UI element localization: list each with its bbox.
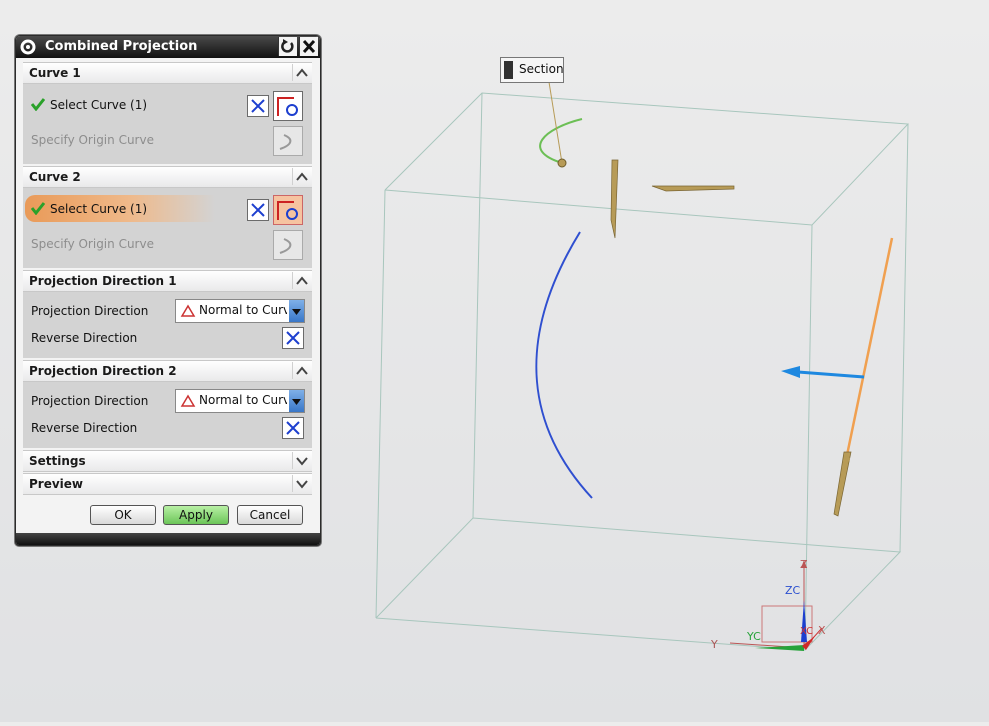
- reverse-direction-label: Reverse Direction: [31, 331, 138, 345]
- reset-icon: [281, 39, 294, 53]
- combined-projection-dialog: Combined Projection Curve 1 Select Curve…: [15, 35, 321, 546]
- reverse-direction-button[interactable]: [282, 327, 304, 349]
- coordinate-triad: [729, 560, 823, 651]
- axis-x-label: X: [818, 624, 826, 637]
- section-projdir2-header[interactable]: Projection Direction 2: [23, 360, 312, 382]
- section-title: Preview: [29, 477, 84, 491]
- projection-direction-label: Projection Direction: [31, 304, 149, 318]
- reverse-direction-icon: [286, 421, 300, 435]
- origin-curve-icon: [279, 238, 292, 254]
- chevron-down-icon[interactable]: [292, 475, 311, 492]
- gear-icon[interactable]: [19, 38, 37, 56]
- section-leader: [548, 81, 563, 164]
- curve2-blue[interactable]: [535, 231, 593, 499]
- axis-y-label: Y: [710, 638, 718, 651]
- chevron-down-icon[interactable]: [292, 452, 311, 469]
- chevron-up-icon[interactable]: [292, 272, 311, 289]
- grip-icon: [504, 61, 513, 79]
- close-icon: [302, 39, 316, 54]
- bounding-box: [375, 92, 910, 651]
- reverse-direction-label: Reverse Direction: [31, 421, 138, 435]
- reverse-direction-button[interactable]: [282, 417, 304, 439]
- select-curve-label[interactable]: Select Curve (1): [50, 202, 147, 216]
- section-curve1-body: Select Curve (1) Specify Origin Curve: [23, 84, 312, 164]
- axis-zc-label: ZC: [785, 584, 801, 597]
- section-title: Settings: [29, 454, 86, 468]
- chevron-up-icon[interactable]: [292, 64, 311, 81]
- cancel-button[interactable]: Cancel: [237, 505, 303, 525]
- section-curve2-header[interactable]: Curve 2: [23, 166, 312, 188]
- dialog-titlebar[interactable]: Combined Projection: [16, 36, 320, 58]
- projection-direction-select[interactable]: Normal to Curve: [175, 299, 305, 323]
- curve-select-icon: [277, 97, 298, 116]
- check-icon: [31, 202, 45, 215]
- projected-curve-orange[interactable]: [844, 237, 894, 461]
- section-projdir1-body: Projection Direction Normal to Curve Rev…: [23, 292, 312, 358]
- normal-to-curve-icon: [180, 394, 196, 407]
- section-projdir2-body: Projection Direction Normal to Curve Rev…: [23, 382, 312, 448]
- origin-curve-button[interactable]: [273, 230, 303, 260]
- axis-z-label: Z: [800, 558, 808, 571]
- reverse-direction-icon: [251, 99, 265, 113]
- orange-origin-point: [844, 456, 850, 462]
- apply-button[interactable]: Apply: [163, 505, 229, 525]
- normal-to-curve-icon: [180, 304, 196, 317]
- reset-button[interactable]: [278, 37, 297, 56]
- specify-origin-curve-label: Specify Origin Curve: [31, 237, 154, 251]
- dropdown-arrow-icon[interactable]: [289, 300, 304, 322]
- dialog-title: Combined Projection: [45, 39, 198, 54]
- reverse-direction-button[interactable]: [247, 199, 269, 221]
- section-title: Projection Direction 1: [29, 274, 177, 288]
- blue-arrow-shaft: [797, 370, 865, 379]
- curve-select-button[interactable]: [273, 91, 303, 121]
- reverse-direction-button[interactable]: [247, 95, 269, 117]
- origin-curve-button[interactable]: [273, 126, 303, 156]
- origin-point[interactable]: [557, 158, 567, 168]
- dropdown-arrow-icon[interactable]: [289, 390, 304, 412]
- origin-curve-icon: [279, 134, 292, 150]
- select-curve-label[interactable]: Select Curve (1): [50, 98, 147, 112]
- check-icon: [31, 98, 45, 111]
- axis-yc-label: YC: [746, 630, 761, 643]
- section-settings-header[interactable]: Settings: [23, 450, 312, 472]
- ok-button[interactable]: OK: [90, 505, 156, 525]
- projection-direction-select[interactable]: Normal to Curve: [175, 389, 305, 413]
- chevron-up-icon[interactable]: [292, 362, 311, 379]
- specify-origin-curve-label: Specify Origin Curve: [31, 133, 154, 147]
- section-title: Projection Direction 2: [29, 364, 177, 378]
- section-curve2-body: Select Curve (1) Specify Origin Curve: [23, 188, 312, 268]
- section-curve1-header[interactable]: Curve 1: [23, 62, 312, 84]
- section-title: Curve 1: [29, 66, 81, 80]
- dialog-footer-bar: [16, 533, 320, 545]
- blue-arrow-head: [781, 366, 800, 378]
- axis-xc-label: XC: [800, 626, 813, 637]
- reverse-direction-icon: [251, 203, 265, 217]
- projection-direction-label: Projection Direction: [31, 394, 149, 408]
- reverse-direction-icon: [286, 331, 300, 345]
- section-title: Curve 2: [29, 170, 81, 184]
- curve-select-icon: [277, 201, 298, 220]
- chevron-up-icon[interactable]: [292, 168, 311, 185]
- section-preview-header[interactable]: Preview: [23, 473, 312, 495]
- section-tag[interactable]: Section: [500, 57, 564, 83]
- projection-arrow-right: [651, 185, 735, 192]
- projection-arrow-down: [610, 159, 619, 239]
- close-button[interactable]: [299, 37, 318, 56]
- projection-direction-value: Normal to Curve: [199, 303, 287, 317]
- section-projdir1-header[interactable]: Projection Direction 1: [23, 270, 312, 292]
- section-tag-label: Section: [519, 62, 564, 76]
- curve-select-button[interactable]: [273, 195, 303, 225]
- projection-direction-value: Normal to Curve: [199, 393, 287, 407]
